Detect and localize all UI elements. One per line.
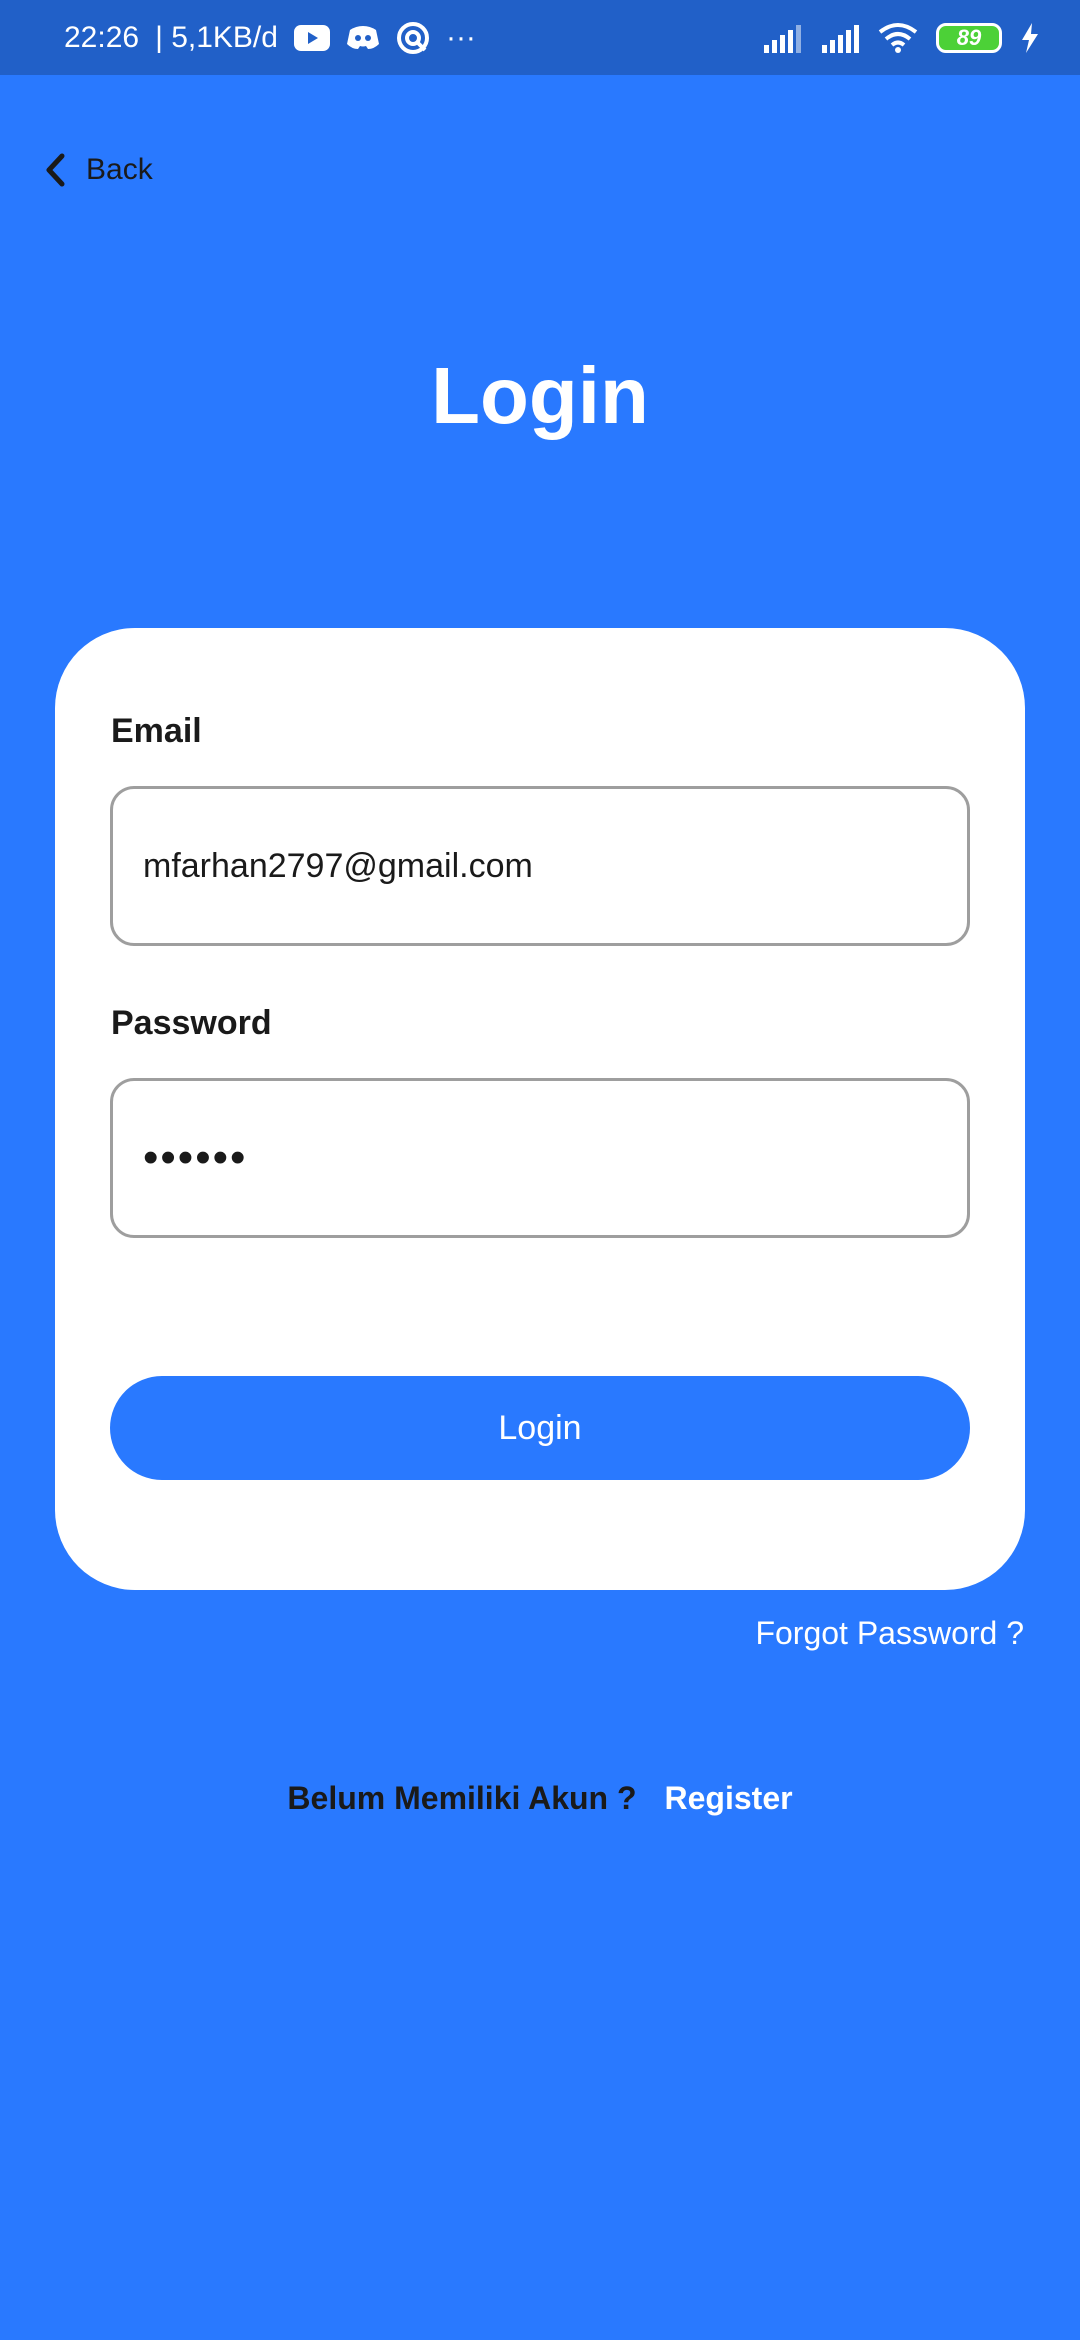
status-network-speed: | 5,1KB/d	[155, 20, 278, 54]
email-label: Email	[111, 712, 202, 750]
battery-icon: 89	[936, 22, 1002, 53]
status-time: 22:26	[64, 20, 140, 54]
page-title: Login	[431, 351, 649, 440]
register-link[interactable]: Register	[665, 1780, 793, 1817]
youtube-icon	[293, 24, 330, 51]
forgot-password-link[interactable]: Forgot Password ?	[755, 1615, 1024, 1652]
discord-icon	[346, 24, 380, 52]
signal-icon	[762, 23, 802, 53]
circle-app-icon	[396, 21, 430, 55]
chevron-left-icon	[44, 153, 66, 187]
wifi-icon	[878, 22, 918, 54]
charging-icon	[1020, 22, 1040, 53]
login-button[interactable]: Login	[110, 1376, 970, 1480]
back-button[interactable]: Back	[44, 140, 153, 200]
signal-icon	[820, 23, 860, 53]
password-label: Password	[111, 1004, 272, 1042]
password-field[interactable]	[110, 1078, 970, 1238]
register-row: Belum Memiliki Akun ? Register	[0, 1780, 1080, 1817]
more-notifications-icon: ···	[445, 20, 476, 54]
login-card: Email Password Login	[55, 628, 1025, 1590]
status-bar: 22:26 | 5,1KB/d ··· 89	[0, 0, 1080, 75]
email-field[interactable]	[110, 786, 970, 946]
register-prompt: Belum Memiliki Akun ?	[287, 1780, 637, 1816]
back-label: Back	[86, 153, 153, 186]
